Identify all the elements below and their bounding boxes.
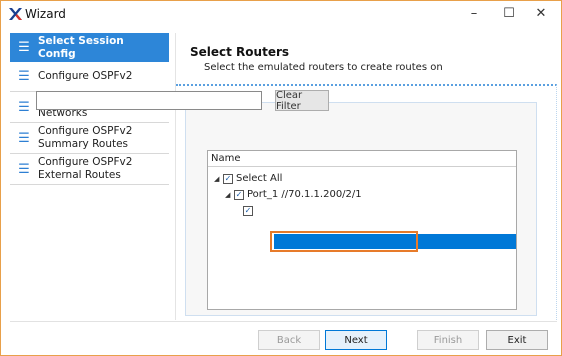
sidebar-item-configure-ospfv2-summary-routes[interactable]: ☰ Configure OSPFv2 Summary Routes <box>10 123 169 154</box>
tree-node-select-all[interactable]: ◢ ✓ Select All <box>214 171 282 186</box>
wizard-steps-sidebar: ☰ Select Session Config ☰ Configure OSPF… <box>10 33 169 320</box>
sidebar-item-label: Select Session Config <box>38 34 124 60</box>
menu-icon: ☰ <box>18 99 30 115</box>
sidebar-item-configure-ospfv2-external-routes[interactable]: ☰ Configure OSPFv2 External Routes <box>10 154 169 185</box>
maximize-icon: ☐ <box>503 5 515 21</box>
tree-node-label: Ospfv2ProtocolConfig_1 <box>256 205 375 216</box>
window-title: Wizard <box>25 7 66 21</box>
sidebar-item-label: Configure OSPFv2 Summary Routes <box>38 125 133 150</box>
expand-arrow-icon[interactable]: ◢ <box>214 175 223 183</box>
tree-node-label: Port_1 //70.1.1.200/2/1 <box>247 189 362 200</box>
title-bar: Wizard – ☐ ✕ <box>1 1 561 27</box>
wizard-window: Wizard – ☐ ✕ ☰ Select Session Config ☰ C… <box>0 0 562 356</box>
select-all-checkbox[interactable]: ✓ <box>223 173 233 184</box>
minimize-button[interactable]: – <box>455 1 493 25</box>
page-title: Select Routers <box>190 45 290 59</box>
page-subtitle: Select the emulated routers to create ro… <box>204 62 443 73</box>
sidebar-item-label: Configure OSPFv2 <box>38 70 133 82</box>
next-button[interactable]: Next <box>325 330 387 350</box>
close-button[interactable]: ✕ <box>522 1 560 25</box>
app-logo-icon <box>9 8 22 20</box>
exit-button[interactable]: Exit <box>486 330 548 350</box>
sidebar-item-configure-ospfv2[interactable]: ☰ Configure OSPFv2 <box>10 62 169 92</box>
protocol-config-checkbox[interactable]: ✓ <box>243 205 253 216</box>
tree-node-port[interactable]: ◢ ✓ Port_1 //70.1.1.200/2/1 <box>225 187 362 202</box>
port-checkbox[interactable]: ✓ <box>234 189 244 200</box>
back-button[interactable]: Back <box>258 330 320 350</box>
finish-button[interactable]: Finish <box>417 330 479 350</box>
annotation-highlight-box <box>270 231 418 252</box>
minimize-icon: – <box>470 5 478 21</box>
tree-node-ospfv2-protocol-config[interactable]: ✓ Ospfv2ProtocolConfig_1 <box>243 203 375 218</box>
footer-divider <box>10 321 557 322</box>
sidebar-item-label: Configure OSPFv2 External Routes <box>38 156 133 181</box>
menu-icon: ☰ <box>18 69 30 84</box>
tree-column-header: Name <box>208 151 516 167</box>
menu-icon: ☰ <box>18 40 30 55</box>
expand-arrow-icon[interactable]: ◢ <box>225 191 234 199</box>
clear-filter-button[interactable]: Clear Filter <box>275 90 329 112</box>
menu-icon: ☰ <box>18 161 30 177</box>
sidebar-item-select-session-config[interactable]: ☰ Select Session Config <box>10 33 169 62</box>
menu-icon: ☰ <box>18 130 30 146</box>
filter-input[interactable] <box>36 91 262 110</box>
router-tree: Name ◢ ✓ Select All ◢ ✓ Port_1 //70.1.1.… <box>207 150 517 310</box>
close-icon: ✕ <box>535 5 547 21</box>
tree-node-label: Select All <box>236 173 283 184</box>
